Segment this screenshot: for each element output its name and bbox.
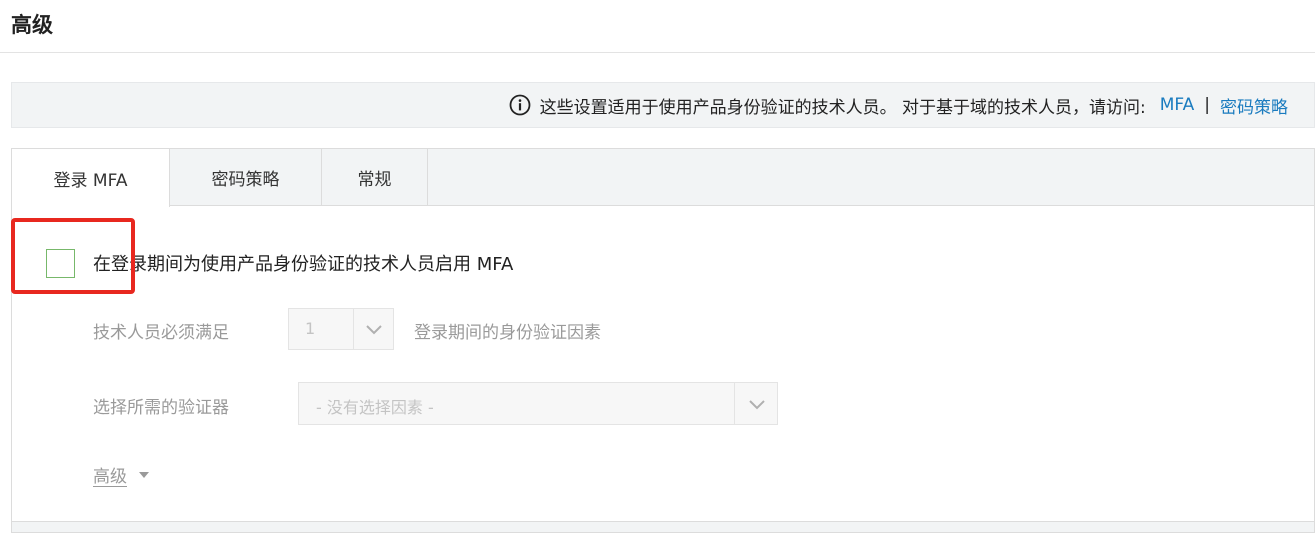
factor-suffix-label: 登录期间的身份验证因素 — [414, 323, 601, 343]
tab-password-policy[interactable]: 密码策略 — [170, 149, 322, 206]
factor-prefix-label: 技术人员必须满足 — [93, 323, 229, 343]
factor-count-select[interactable]: 1 — [288, 308, 394, 350]
tab-bar: 登录 MFA 密码策略 常规 — [12, 149, 1314, 207]
authenticator-label: 选择所需的验证器 — [93, 398, 229, 418]
select-divider — [734, 383, 735, 424]
advanced-toggle[interactable]: 高级 — [93, 462, 149, 487]
page-title: 高级 — [11, 13, 53, 37]
caret-down-icon — [139, 471, 149, 478]
advanced-label: 高级 — [93, 467, 127, 487]
info-banner-text: 这些设置适用于使用产品身份验证的技术人员。 对于基于域的技术人员，请访问: — [539, 97, 1146, 118]
factor-count-value: 1 — [305, 319, 316, 338]
chevron-down-icon — [749, 400, 765, 410]
info-banner-content: 这些设置适用于使用产品身份验证的技术人员。 对于基于域的技术人员，请访问: MF… — [509, 83, 1288, 127]
page-header: 高级 — [0, 0, 1315, 53]
authenticator-select[interactable]: - 没有选择因素 - — [298, 382, 778, 425]
info-icon — [509, 94, 531, 116]
settings-panel: 登录 MFA 密码策略 常规 在登录期间为使用产品身份验证的技术人员启用 MFA… — [11, 148, 1315, 533]
tab-general[interactable]: 常规 — [322, 149, 428, 206]
panel-footer — [12, 521, 1314, 532]
info-banner: 这些设置适用于使用产品身份验证的技术人员。 对于基于域的技术人员，请访问: MF… — [11, 82, 1315, 128]
password-policy-link[interactable]: 密码策略 — [1220, 93, 1288, 118]
link-separator: | — [1204, 95, 1210, 115]
chevron-down-icon — [366, 325, 382, 335]
authenticator-placeholder: - 没有选择因素 - — [316, 398, 434, 417]
enable-mfa-label: 在登录期间为使用产品身份验证的技术人员启用 MFA — [93, 254, 514, 275]
select-divider — [353, 309, 354, 349]
tab-login-mfa[interactable]: 登录 MFA — [12, 149, 170, 207]
mfa-link[interactable]: MFA — [1160, 95, 1195, 115]
enable-mfa-checkbox[interactable] — [46, 249, 75, 278]
